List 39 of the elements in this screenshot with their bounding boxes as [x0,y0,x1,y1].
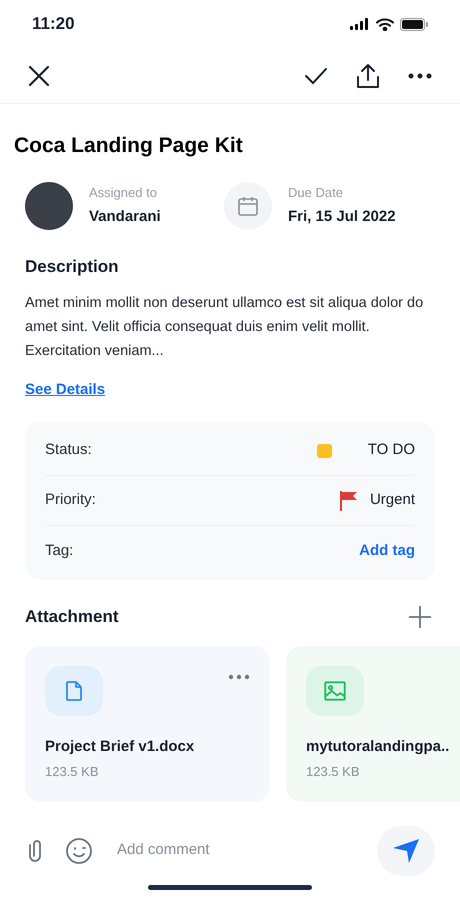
description-text: Amet minim mollit non deserunt ullamco est sit aliqua dolor do amet sint. Velit officia consequat duis enim velit mollit. Exercitation veniam... [25,294,424,361]
attachment-card[interactable]: mytutoralandingpa.. 123.5 KB [286,646,460,802]
more-button[interactable] [408,72,432,78]
close-button[interactable] [28,64,50,86]
file-name: Project Brief v1.docx [45,736,196,756]
file-size: 123.5 KB [45,763,100,781]
send-icon [393,838,419,862]
status-time: 11:20 [32,13,75,36]
attachment-heading: Attachment [25,606,119,628]
property-label: Tag: [45,540,74,561]
check-button[interactable] [304,66,328,84]
add-button[interactable] [409,606,431,628]
property-label: Priority: [45,490,96,510]
task-title: Coca Landing Page Kit [14,133,244,159]
image-icon [306,666,364,716]
see-details-link[interactable]: See Details [25,379,106,402]
assigned-label: Assigned to [89,184,158,202]
due-date: Fri, 15 Jul 2022 [288,207,396,227]
assignee-name: Vandarani [89,207,162,227]
file-name: mytutoralandingpa.. [306,736,450,756]
comment-field[interactable]: Add comment [117,839,377,862]
attachment-card[interactable]: Project Brief v1.docx 123.5 KB [25,646,270,802]
add-tag-link[interactable]: Add tag [359,540,415,562]
avatar-placeholder [25,182,73,230]
calendar-icon [224,182,272,230]
file-size: 123.5 KB [306,763,360,781]
property-label: Status: [45,440,92,460]
status-value: TO DO [368,440,415,460]
description-heading: Description [25,256,120,278]
wifi-icon [376,18,394,30]
signal-icon [350,18,370,30]
smiley-icon[interactable] [65,836,93,864]
battery-icon [400,18,428,30]
send-button[interactable] [377,826,435,876]
share-button[interactable] [356,62,380,88]
file-icon [45,666,103,716]
more-icon[interactable] [228,674,250,680]
priority-value: Urgent [370,490,415,510]
due-date-label: Due Date [288,184,344,202]
